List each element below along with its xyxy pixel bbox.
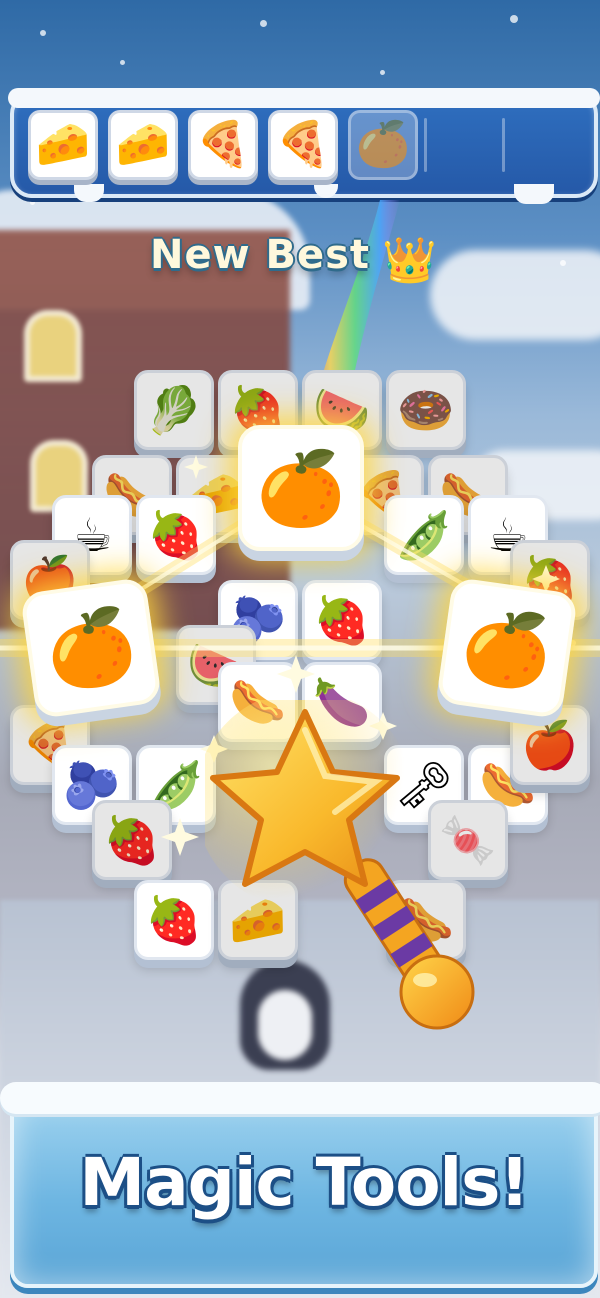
tray-slot-incoming: 🍊 [348, 110, 418, 180]
tray-slot: 🍕 [188, 110, 258, 180]
icicle [314, 184, 338, 198]
crown-icon: 👑 [382, 235, 437, 286]
donut-icon: 🍩 [397, 383, 455, 437]
orange-icon: 🍊 [256, 446, 346, 530]
tray-ice-top [8, 88, 600, 108]
tile-donut[interactable]: 🍩 [386, 370, 466, 450]
snowflake [560, 260, 566, 266]
tile-strawberry[interactable]: 🍓 [302, 580, 382, 660]
raspberry-icon: 🍓 [145, 893, 203, 947]
snowflake [120, 60, 125, 65]
tray-slot: 🍕 [268, 110, 338, 180]
cloud [430, 250, 600, 340]
icicle [514, 184, 554, 204]
orange-icon: 🍊 [40, 600, 142, 696]
new-best-text: New Best [150, 232, 371, 278]
tile-strawberry[interactable]: 🍓 [136, 495, 216, 575]
tile-peas[interactable]: 🫛 [384, 495, 464, 575]
strawberry-icon: 🍓 [313, 593, 371, 647]
peas-icon: 🫛 [395, 508, 453, 562]
strawberry-icon: 🍓 [147, 508, 205, 562]
new-best-label: New Best 👑 [150, 232, 450, 294]
orange-icon: 🍊 [456, 600, 558, 696]
pizza-icon: 🍕 [275, 119, 331, 170]
tile-orange-highlighted[interactable]: 🍊 [19, 576, 163, 720]
tray-slot-divider [502, 118, 505, 172]
snowflake [380, 70, 385, 75]
tray-slot-divider [424, 118, 427, 172]
banner-snow-cap [0, 1082, 600, 1114]
game-scene: 🧀 🧀 🍕 🍕 🍊 New Best 👑 🥬 🍓 🍉 🍩 🌭 🧀 🍕 🌭 ☕ 🍓… [0, 0, 600, 1298]
apple-icon: 🍎 [521, 718, 579, 772]
feature-banner: Magic Tools! [0, 1082, 600, 1288]
snowflake [260, 20, 267, 27]
strawberry-icon: 🍓 [103, 813, 161, 867]
tile-orange-highlighted[interactable]: 🍊 [435, 576, 579, 720]
tray-slot: 🧀 [28, 110, 98, 180]
pizza-icon: 🍕 [195, 119, 251, 170]
tile-orange-highlighted[interactable]: 🍊 [238, 425, 364, 551]
cheese-icon: 🧀 [35, 119, 91, 170]
snowflake [30, 200, 35, 205]
tile-raspberry[interactable]: 🍓 [134, 880, 214, 960]
snowflake [40, 30, 46, 36]
tile-lettuce[interactable]: 🥬 [134, 370, 214, 450]
banner-title: Magic Tools! [79, 1144, 529, 1221]
tile-strawberry[interactable]: 🍓 [92, 800, 172, 880]
star-magic-wand-icon[interactable] [205, 700, 495, 1040]
snowflake [510, 15, 518, 23]
tile-apple[interactable]: 🍎 [510, 705, 590, 785]
lettuce-icon: 🥬 [145, 383, 203, 437]
cheese-icon: 🧀 [115, 119, 171, 170]
house-window [24, 310, 82, 382]
icicle [74, 184, 104, 202]
tile-tray: 🧀 🧀 🍕 🍕 🍊 [8, 88, 600, 204]
orange-icon: 🍊 [355, 119, 411, 170]
tray-slot: 🧀 [108, 110, 178, 180]
